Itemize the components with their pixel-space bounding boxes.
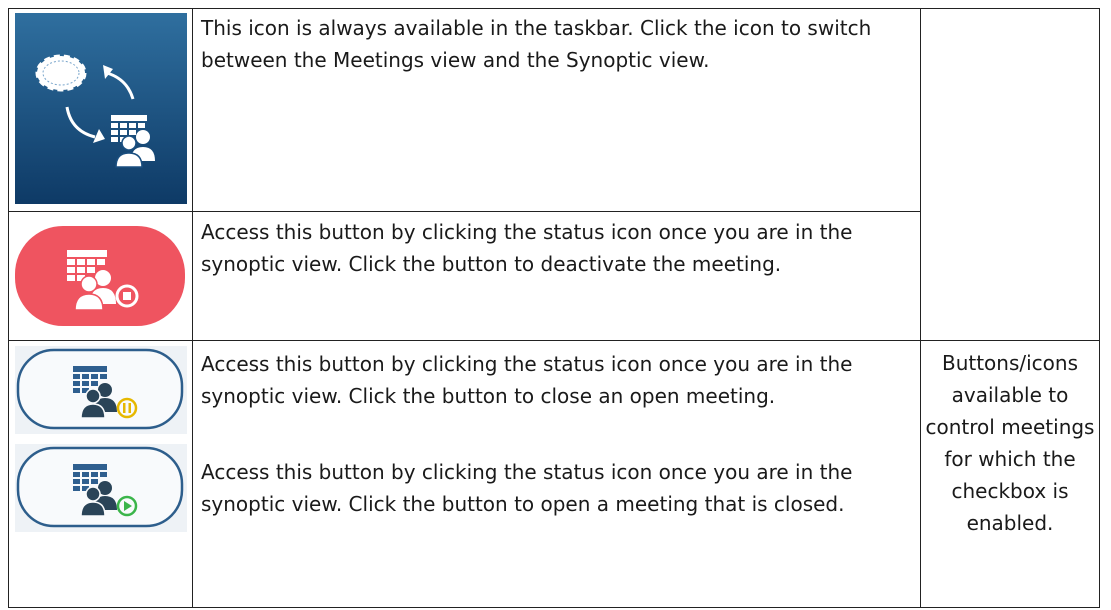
- open-meeting-icon: [15, 444, 187, 532]
- icon-cell-open: [15, 444, 187, 532]
- row-1-bottom-border: [8, 211, 920, 212]
- deactivate-meeting-icon: [15, 226, 185, 326]
- row-3-description: Access this button by clicking the statu…: [201, 352, 853, 408]
- table-top-border: [8, 8, 1100, 9]
- close-meeting-icon: [15, 346, 187, 434]
- row-2-bottom-border: [8, 340, 1100, 341]
- view-switch-icon: [15, 13, 187, 204]
- row-4-description: Access this button by clicking the statu…: [201, 460, 853, 516]
- icon-cell-view-switch: [15, 13, 187, 204]
- icon-cell-close: [15, 346, 187, 434]
- right-border: [1099, 8, 1100, 608]
- row-2-description: Access this button by clicking the statu…: [201, 220, 853, 276]
- side-note: Buttons/icons available to control meeti…: [925, 351, 1095, 535]
- icon-cell-deactivate: [15, 222, 187, 330]
- row-1-description: This icon is always available in the tas…: [201, 16, 872, 72]
- table-bottom-border: [8, 607, 1100, 608]
- icon-column-border: [192, 8, 193, 608]
- left-border: [8, 8, 9, 608]
